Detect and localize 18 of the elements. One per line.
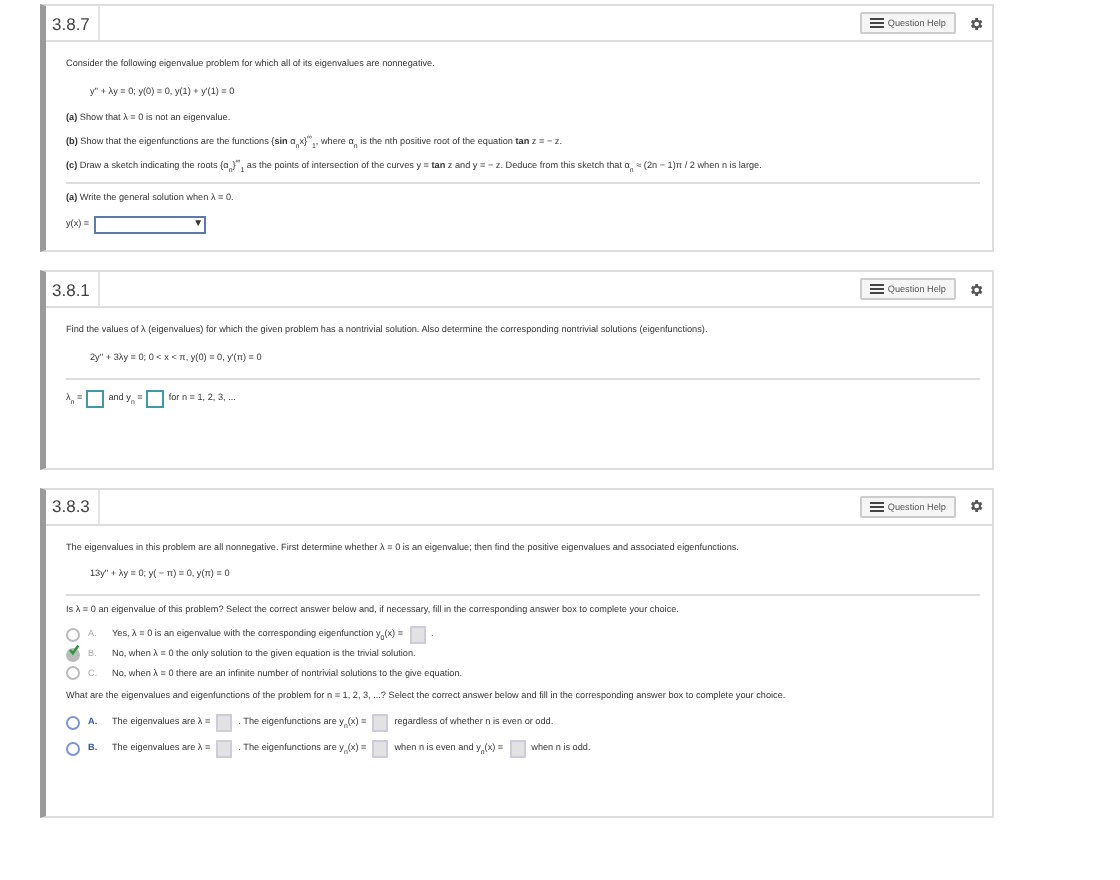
settings-icon[interactable] [968,15,984,31]
list-icon [869,18,884,28]
settings-icon[interactable] [968,281,984,298]
list-icon [869,501,884,512]
question-number: 3.8.7 [46,6,100,40]
radio-button[interactable] [66,742,80,757]
answer-box[interactable] [216,740,233,759]
answer-box[interactable] [86,389,105,408]
radio-button[interactable] [66,716,80,731]
settings-icon[interactable] [968,498,984,515]
answer-box[interactable] [509,740,526,759]
question-number: 3.8.1 [46,272,100,307]
answer-box[interactable] [372,740,389,759]
answer-box[interactable] [216,714,233,733]
list-icon [869,284,884,295]
answer-box[interactable] [146,389,165,408]
question-number: 3.8.3 [46,489,100,524]
answer-box[interactable] [372,714,389,733]
